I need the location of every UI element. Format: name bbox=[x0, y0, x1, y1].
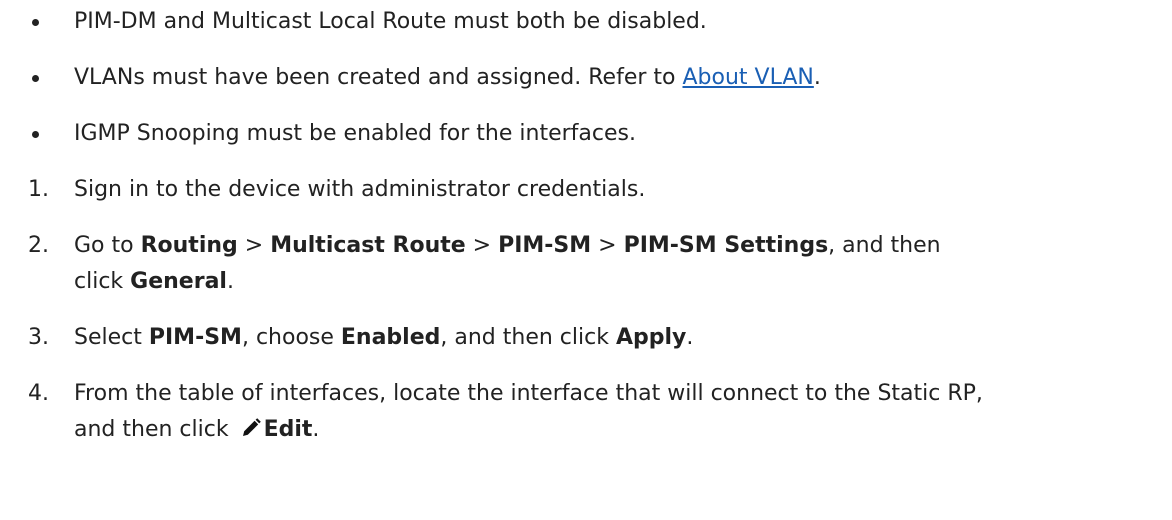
menu-routing: Routing bbox=[140, 233, 238, 258]
step-text: and then click bbox=[74, 417, 236, 442]
step-text: Sign in to the device with administrator… bbox=[74, 177, 646, 202]
bullet-dot bbox=[32, 75, 39, 82]
list-item: PIM-DM and Multicast Local Route must bo… bbox=[0, 4, 1172, 40]
step-4: 4. From the table of interfaces, locate … bbox=[0, 376, 1172, 451]
step-text: . bbox=[686, 325, 694, 350]
about-vlan-link[interactable]: About VLAN bbox=[683, 65, 814, 90]
option-pim-sm: PIM-SM bbox=[148, 325, 242, 350]
path-separator: > bbox=[465, 233, 499, 258]
bullet-text: VLANs must have been created and assigne… bbox=[74, 65, 683, 90]
pencil-icon bbox=[240, 415, 262, 451]
menu-pim-sm: PIM-SM bbox=[498, 233, 592, 258]
procedure-steps: 1. Sign in to the device with administra… bbox=[0, 172, 1172, 451]
list-item: VLANs must have been created and assigne… bbox=[0, 60, 1172, 96]
prerequisites-list: PIM-DM and Multicast Local Route must bo… bbox=[0, 4, 1172, 152]
step-text: From the table of interfaces, locate the… bbox=[74, 381, 983, 406]
step-text: , choose bbox=[241, 325, 341, 350]
step-number: 4. bbox=[28, 381, 49, 406]
step-text: Select bbox=[74, 325, 149, 350]
step-text: , and then click bbox=[440, 325, 616, 350]
tab-general: General bbox=[130, 269, 227, 294]
step-number: 1. bbox=[28, 177, 49, 202]
menu-pim-sm-settings: PIM-SM Settings bbox=[623, 233, 829, 258]
edit-label: Edit bbox=[263, 417, 313, 442]
step-2: 2. Go to Routing > Multicast Route > PIM… bbox=[0, 228, 1172, 300]
step-text: . bbox=[312, 417, 320, 442]
bullet-dot bbox=[32, 131, 39, 138]
option-enabled: Enabled bbox=[340, 325, 441, 350]
step-3: 3. Select PIM-SM, choose Enabled, and th… bbox=[0, 320, 1172, 356]
step-number: 2. bbox=[28, 233, 49, 258]
step-text: click bbox=[74, 269, 131, 294]
bullet-text: IGMP Snooping must be enabled for the in… bbox=[74, 121, 636, 146]
bullet-text-end: . bbox=[813, 65, 821, 90]
bullet-text: PIM-DM and Multicast Local Route must bo… bbox=[74, 9, 707, 34]
bullet-dot bbox=[32, 19, 39, 26]
button-apply: Apply bbox=[615, 325, 687, 350]
list-item: IGMP Snooping must be enabled for the in… bbox=[0, 116, 1172, 152]
step-text: Go to bbox=[74, 233, 141, 258]
document-body: PIM-DM and Multicast Local Route must bo… bbox=[0, 0, 1172, 451]
step-text: , and then bbox=[828, 233, 941, 258]
path-separator: > bbox=[591, 233, 624, 258]
step-1: 1. Sign in to the device with administra… bbox=[0, 172, 1172, 208]
path-separator: > bbox=[237, 233, 271, 258]
step-number: 3. bbox=[28, 325, 49, 350]
menu-multicast-route: Multicast Route bbox=[270, 233, 466, 258]
step-text: . bbox=[226, 269, 234, 294]
